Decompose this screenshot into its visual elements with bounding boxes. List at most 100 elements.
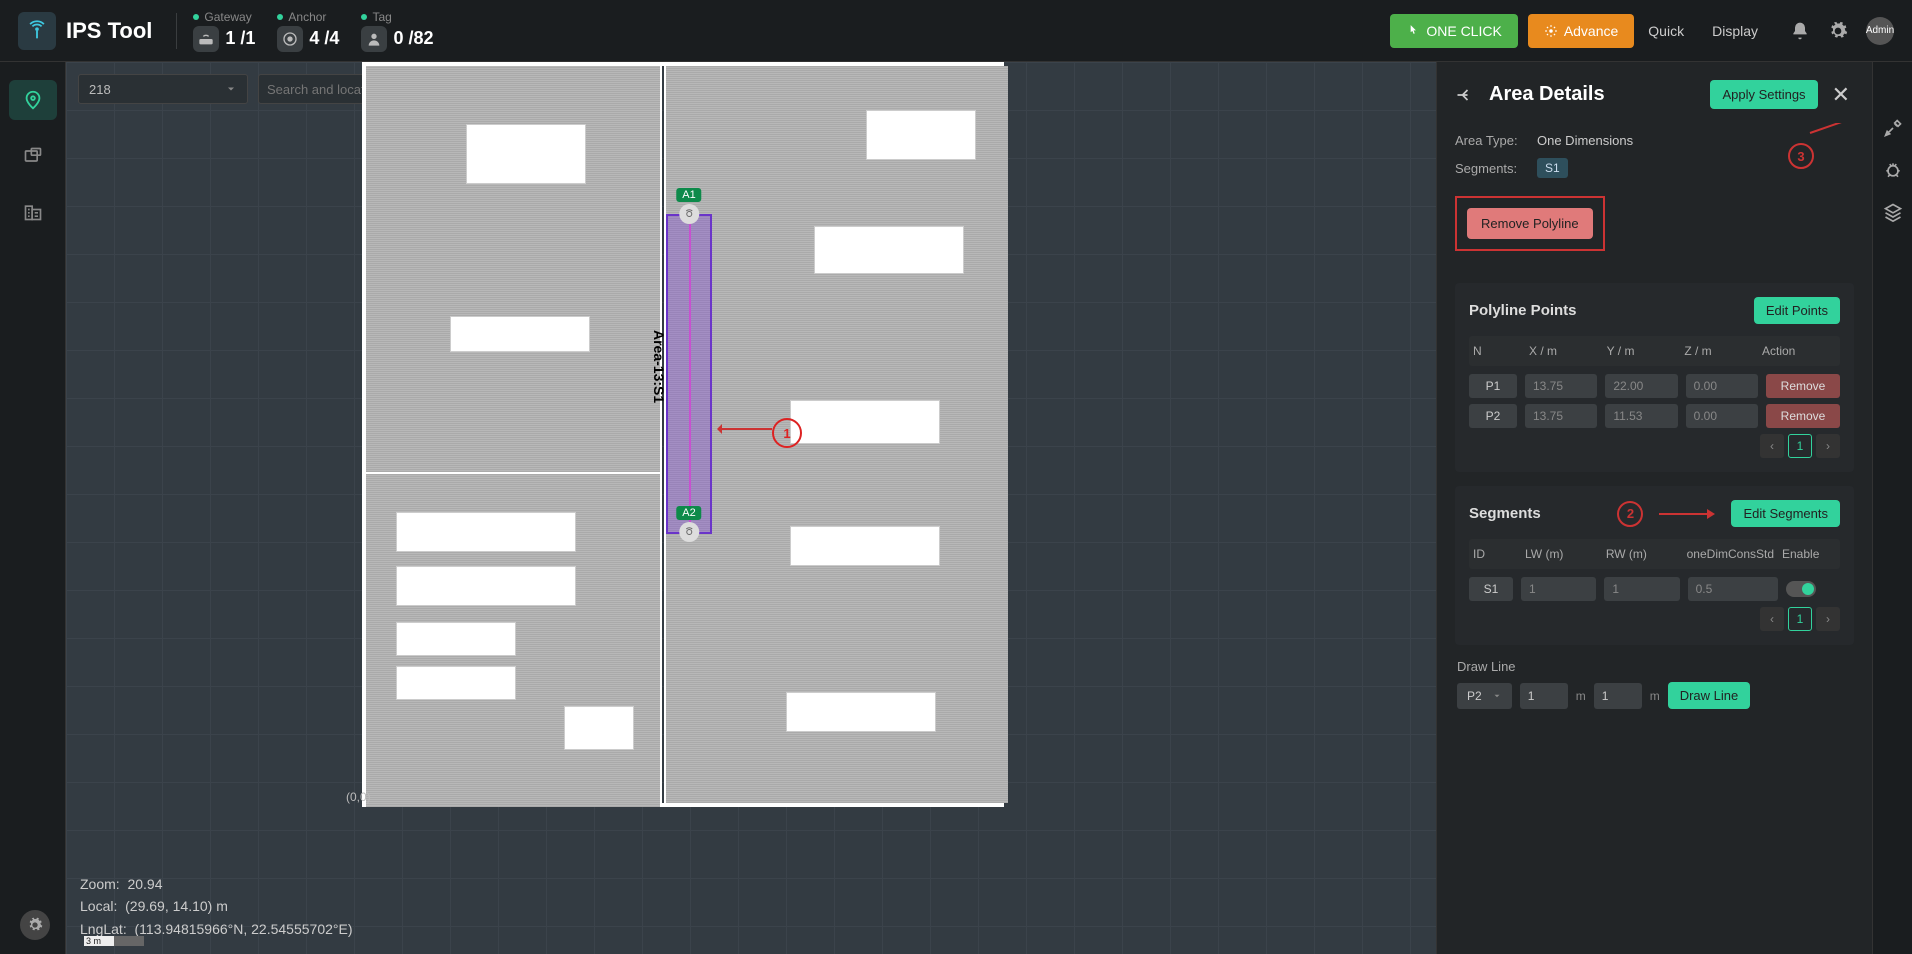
status-anchor: Anchor 4 /4 bbox=[277, 10, 339, 52]
callout-2-arrow bbox=[1657, 508, 1717, 520]
point-z[interactable]: 0.00 bbox=[1686, 374, 1758, 398]
advance-button[interactable]: Advance bbox=[1528, 14, 1634, 48]
segment-std[interactable]: 0.5 bbox=[1688, 577, 1778, 601]
polyline-pager: ‹ 1 › bbox=[1469, 434, 1840, 458]
callout-3: 3 bbox=[1788, 143, 1814, 169]
table-row: P2 13.75 11.53 0.00 Remove bbox=[1469, 404, 1840, 428]
gateway-label: Gateway bbox=[204, 10, 251, 24]
table-row: S1 1 1 0.5 bbox=[1469, 577, 1840, 601]
area-type-label: Area Type: bbox=[1455, 133, 1523, 148]
point-id: P1 bbox=[1469, 374, 1517, 398]
gear-icon[interactable] bbox=[1828, 21, 1848, 41]
point-z[interactable]: 0.00 bbox=[1686, 404, 1758, 428]
back-icon[interactable] bbox=[1455, 85, 1475, 105]
map-canvas[interactable]: 218 A1 A2 Ar bbox=[66, 62, 1436, 954]
panel-title: Area Details bbox=[1489, 83, 1710, 106]
segment-rw[interactable]: 1 bbox=[1604, 577, 1679, 601]
segments-title: Segments bbox=[1469, 505, 1541, 522]
pager-page[interactable]: 1 bbox=[1788, 434, 1812, 458]
polyline-table-head: N X / m Y / m Z / m Action bbox=[1469, 336, 1840, 366]
sidebar-right bbox=[1872, 62, 1912, 954]
polyline-title: Polyline Points bbox=[1469, 302, 1577, 319]
segments-label: Segments: bbox=[1455, 161, 1523, 176]
segment-chip[interactable]: S1 bbox=[1537, 158, 1568, 178]
chevron-down-icon bbox=[225, 83, 237, 95]
bell-icon[interactable] bbox=[1790, 21, 1810, 41]
callout-1-arrow bbox=[720, 428, 772, 430]
callout-1: 1 bbox=[772, 418, 802, 448]
tools-icon[interactable] bbox=[1883, 118, 1903, 138]
point-x[interactable]: 13.75 bbox=[1525, 374, 1597, 398]
region-select[interactable]: 218 bbox=[78, 74, 248, 104]
point-id: P2 bbox=[1469, 404, 1517, 428]
tag-value: 0 /82 bbox=[393, 28, 433, 49]
segments-section: Segments 2 Edit Segments ID LW (m) RW (m… bbox=[1455, 486, 1854, 645]
draw-line-button[interactable]: Draw Line bbox=[1668, 682, 1751, 709]
segments-pager: ‹ 1 › bbox=[1469, 607, 1840, 631]
draw-value-2[interactable] bbox=[1594, 683, 1642, 709]
draw-point-select[interactable]: P2 bbox=[1457, 683, 1512, 709]
one-click-button[interactable]: ONE CLICK bbox=[1390, 14, 1517, 48]
remove-polyline-button[interactable]: Remove Polyline bbox=[1467, 208, 1593, 239]
sidebar-building[interactable] bbox=[9, 192, 57, 232]
chevron-down-icon bbox=[1492, 691, 1502, 701]
pager-next[interactable]: › bbox=[1816, 434, 1840, 458]
apply-settings-button[interactable]: Apply Settings bbox=[1710, 80, 1817, 109]
settings-fab[interactable] bbox=[20, 910, 50, 940]
area-label: Area-13:S1 bbox=[651, 330, 667, 403]
sidebar-left bbox=[0, 62, 66, 954]
point-x[interactable]: 13.75 bbox=[1525, 404, 1597, 428]
quick-link[interactable]: Quick bbox=[1634, 23, 1698, 39]
app-header: IPS Tool Gateway 1 /1 Anchor 4 /4 Tag 0 … bbox=[0, 0, 1912, 62]
gateway-value: 1 /1 bbox=[225, 28, 255, 49]
sidebar-map[interactable] bbox=[9, 80, 57, 120]
point-y[interactable]: 22.00 bbox=[1605, 374, 1677, 398]
segment-id: S1 bbox=[1469, 577, 1513, 601]
draw-value-1[interactable] bbox=[1520, 683, 1568, 709]
pager-next[interactable]: › bbox=[1816, 607, 1840, 631]
sidebar-devices[interactable] bbox=[9, 136, 57, 176]
display-link[interactable]: Display bbox=[1698, 23, 1772, 39]
area-details-panel: Area Details Apply Settings ✕ 3 Area Typ… bbox=[1436, 62, 1872, 954]
segments-table-head: ID LW (m) RW (m) oneDimConsStd Enable bbox=[1469, 539, 1840, 569]
remove-point-button[interactable]: Remove bbox=[1766, 404, 1840, 428]
app-logo bbox=[18, 12, 56, 50]
floorplan: A1 A2 Area-13:S1 bbox=[362, 62, 1004, 807]
origin-label: (0,0) bbox=[346, 790, 371, 804]
anchor-icon bbox=[277, 26, 303, 52]
remove-polyline-highlight: Remove Polyline bbox=[1455, 196, 1605, 251]
status-gateway: Gateway 1 /1 bbox=[193, 10, 255, 52]
draw-line-title: Draw Line bbox=[1457, 659, 1852, 674]
unit-label: m bbox=[1650, 689, 1660, 703]
divider bbox=[176, 13, 177, 49]
map-info-overlay: Zoom: 20.94 Local: (29.69, 14.10) m LngL… bbox=[80, 873, 353, 940]
remove-point-button[interactable]: Remove bbox=[1766, 374, 1840, 398]
unit-label: m bbox=[1576, 689, 1586, 703]
anchor-label: Anchor bbox=[288, 10, 326, 24]
anchor-value: 4 /4 bbox=[309, 28, 339, 49]
status-tag: Tag 0 /82 bbox=[361, 10, 433, 52]
edit-points-button[interactable]: Edit Points bbox=[1754, 297, 1840, 324]
pager-prev[interactable]: ‹ bbox=[1760, 607, 1784, 631]
area-polyline[interactable]: A1 A2 bbox=[666, 214, 712, 534]
anchor-a1[interactable]: A1 bbox=[676, 188, 701, 224]
gateway-icon bbox=[193, 26, 219, 52]
layers-icon[interactable] bbox=[1883, 202, 1903, 222]
anchor-a2[interactable]: A2 bbox=[676, 506, 701, 542]
edit-segments-button[interactable]: Edit Segments bbox=[1731, 500, 1840, 527]
segment-lw[interactable]: 1 bbox=[1521, 577, 1596, 601]
user-avatar[interactable]: Admin bbox=[1866, 17, 1894, 45]
tag-icon bbox=[361, 26, 387, 52]
tag-label: Tag bbox=[372, 10, 391, 24]
bug-icon[interactable] bbox=[1883, 160, 1903, 180]
app-title: IPS Tool bbox=[66, 18, 152, 44]
pager-prev[interactable]: ‹ bbox=[1760, 434, 1784, 458]
pager-page[interactable]: 1 bbox=[1788, 607, 1812, 631]
callout-2: 2 bbox=[1617, 501, 1643, 527]
point-y[interactable]: 11.53 bbox=[1605, 404, 1677, 428]
polyline-points-section: Polyline Points Edit Points N X / m Y / … bbox=[1455, 283, 1854, 472]
status-group: Gateway 1 /1 Anchor 4 /4 Tag 0 /82 bbox=[193, 10, 433, 52]
scale-bar: 3 m bbox=[84, 936, 144, 946]
segment-enable-toggle[interactable] bbox=[1786, 581, 1816, 597]
close-icon[interactable]: ✕ bbox=[1828, 82, 1854, 108]
